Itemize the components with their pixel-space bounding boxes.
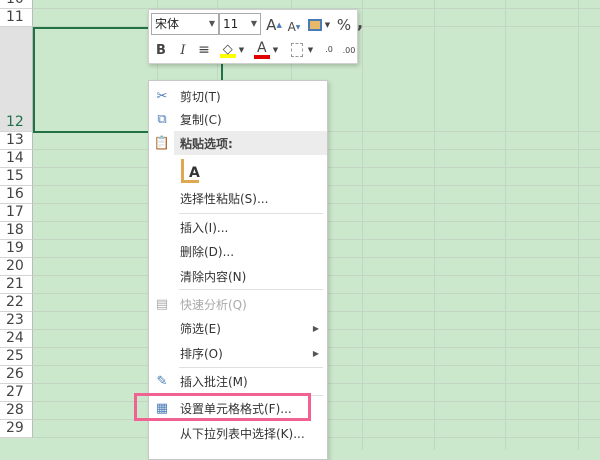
- decrease-decimal-button[interactable]: .00: [339, 40, 359, 60]
- menu-item-label: 粘贴选项:: [180, 136, 233, 151]
- menu-item-label: 插入(I)...: [180, 220, 229, 235]
- menu-item-label: 剪切(T): [180, 89, 221, 104]
- menu-item[interactable]: 选择性粘贴(S)...: [149, 186, 327, 210]
- fill-color-button[interactable]: ◇ ▼: [217, 39, 247, 61]
- font-color-icon: A: [253, 41, 270, 59]
- menu-item-label: 排序(O): [180, 346, 223, 361]
- decrease-decimal-icon: .00: [342, 45, 356, 55]
- row-header[interactable]: 16: [0, 186, 33, 204]
- row-header[interactable]: 11: [0, 9, 33, 27]
- chevron-right-icon: ▶: [312, 348, 319, 358]
- scissors-icon: ✂: [156, 88, 168, 104]
- row-header[interactable]: 12: [0, 27, 33, 132]
- menu-item[interactable]: 清除内容(N): [149, 264, 327, 288]
- shrink-font-icon: A: [287, 20, 296, 34]
- shrink-font-button[interactable]: A ▼: [285, 17, 303, 37]
- menu-item[interactable]: 排序(O) ▶: [149, 341, 327, 365]
- menu-separator: [179, 213, 323, 214]
- row-header[interactable]: 25: [0, 348, 33, 366]
- chevron-down-icon: ▼: [272, 46, 279, 54]
- menu-item-label: 插入批注(M): [180, 374, 248, 389]
- menu-item: ▤ 快速分析(Q): [149, 292, 327, 316]
- menu-item: 📋 粘贴选项:: [154, 131, 327, 155]
- chevron-down-icon: ▼: [238, 46, 245, 54]
- comment-icon: ✎: [156, 373, 168, 389]
- row-header[interactable]: 29: [0, 420, 33, 438]
- comma-button[interactable]: ,: [353, 12, 367, 32]
- bold-icon: B: [156, 42, 166, 58]
- italic-button[interactable]: I: [175, 40, 191, 60]
- align-center-icon: ≡: [198, 42, 210, 58]
- chevron-right-icon: ▶: [312, 323, 319, 333]
- row-header[interactable]: 18: [0, 222, 33, 240]
- font-color-button[interactable]: A ▼: [251, 39, 281, 61]
- row-header[interactable]: 27: [0, 384, 33, 402]
- row-header[interactable]: 20: [0, 258, 33, 276]
- menu-item[interactable]: ⧉ 复制(C): [149, 107, 327, 131]
- row-header[interactable]: 19: [0, 240, 33, 258]
- row-header[interactable]: 24: [0, 330, 33, 348]
- copy-icon: ⧉: [157, 111, 167, 127]
- menu-item-label: 清除内容(N): [180, 269, 247, 284]
- menu-item[interactable]: 删除(D)...: [149, 239, 327, 263]
- menu-item[interactable]: ✂ 剪切(T): [149, 84, 327, 108]
- menu-item[interactable]: 从下拉列表中选择(K)...: [149, 421, 327, 445]
- row-header[interactable]: 22: [0, 294, 33, 312]
- menu-separator: [179, 367, 323, 368]
- chevron-down-icon: ▼: [208, 19, 215, 28]
- row-header[interactable]: 15: [0, 168, 33, 186]
- highlight-box: [134, 393, 311, 421]
- row-header[interactable]: 10: [0, 0, 33, 9]
- font-size-value: 11: [223, 17, 239, 31]
- cell-styles-icon: [307, 19, 322, 31]
- increase-decimal-button[interactable]: .0: [319, 40, 339, 60]
- grow-font-icon: A: [266, 16, 277, 34]
- paste-keep-text-button[interactable]: A: [181, 159, 200, 183]
- menu-item-label: 从下拉列表中选择(K)...: [180, 426, 305, 441]
- menu-item[interactable]: ✎ 插入批注(M): [149, 369, 327, 393]
- row-header[interactable]: 14: [0, 150, 33, 168]
- row-header[interactable]: 23: [0, 312, 33, 330]
- row-header[interactable]: 26: [0, 366, 33, 384]
- bold-button[interactable]: B: [153, 40, 169, 60]
- menu-item-label: 筛选(E): [180, 321, 221, 336]
- percent-button[interactable]: %: [335, 15, 353, 35]
- quick-analysis-icon: ▤: [155, 296, 169, 312]
- percent-icon: %: [336, 16, 352, 34]
- format-painter-style-button[interactable]: ▼: [305, 14, 333, 36]
- menu-item-label: 复制(C): [180, 112, 222, 127]
- menu-item-label: 删除(D)...: [180, 244, 235, 259]
- borders-icon: [290, 43, 303, 57]
- mini-toolbar: 宋体 ▼ 11 ▼ A ▲ A ▼ ▼ % , B I ≡ ◇ ▼ A ▼ ▼ .0 .00: [148, 9, 363, 64]
- borders-button[interactable]: ▼: [287, 40, 317, 60]
- italic-icon: I: [180, 42, 186, 58]
- chevron-down-icon: ▼: [307, 46, 314, 54]
- comma-icon: ,: [356, 12, 364, 32]
- menu-item[interactable]: 插入(I)...: [149, 215, 327, 239]
- row-header[interactable]: 28: [0, 402, 33, 420]
- increase-decimal-icon: .0: [325, 45, 333, 54]
- chevron-down-icon: ▼: [324, 21, 331, 29]
- grid-line: [578, 0, 579, 450]
- row-header[interactable]: 17: [0, 204, 33, 222]
- row-header[interactable]: 13: [0, 132, 33, 150]
- menu-item-label: 快速分析(Q): [180, 297, 247, 312]
- font-size-select[interactable]: 11 ▼: [219, 13, 261, 35]
- menu-item[interactable]: 筛选(E) ▶: [149, 316, 327, 340]
- align-center-button[interactable]: ≡: [195, 40, 213, 60]
- font-name-select[interactable]: 宋体 ▼: [151, 13, 219, 35]
- menu-item-label: 选择性粘贴(S)...: [180, 191, 269, 206]
- paint-bucket-icon: ◇: [219, 42, 236, 58]
- row-header[interactable]: 21: [0, 276, 33, 294]
- paste-icon: 📋: [153, 135, 171, 151]
- font-name-value: 宋体: [155, 17, 180, 31]
- chevron-down-icon: ▼: [250, 19, 257, 28]
- menu-separator: [179, 289, 323, 290]
- grid-line: [505, 0, 506, 450]
- grid-line: [362, 0, 363, 450]
- grid-line: [434, 0, 435, 450]
- grow-font-button[interactable]: A ▲: [265, 15, 283, 35]
